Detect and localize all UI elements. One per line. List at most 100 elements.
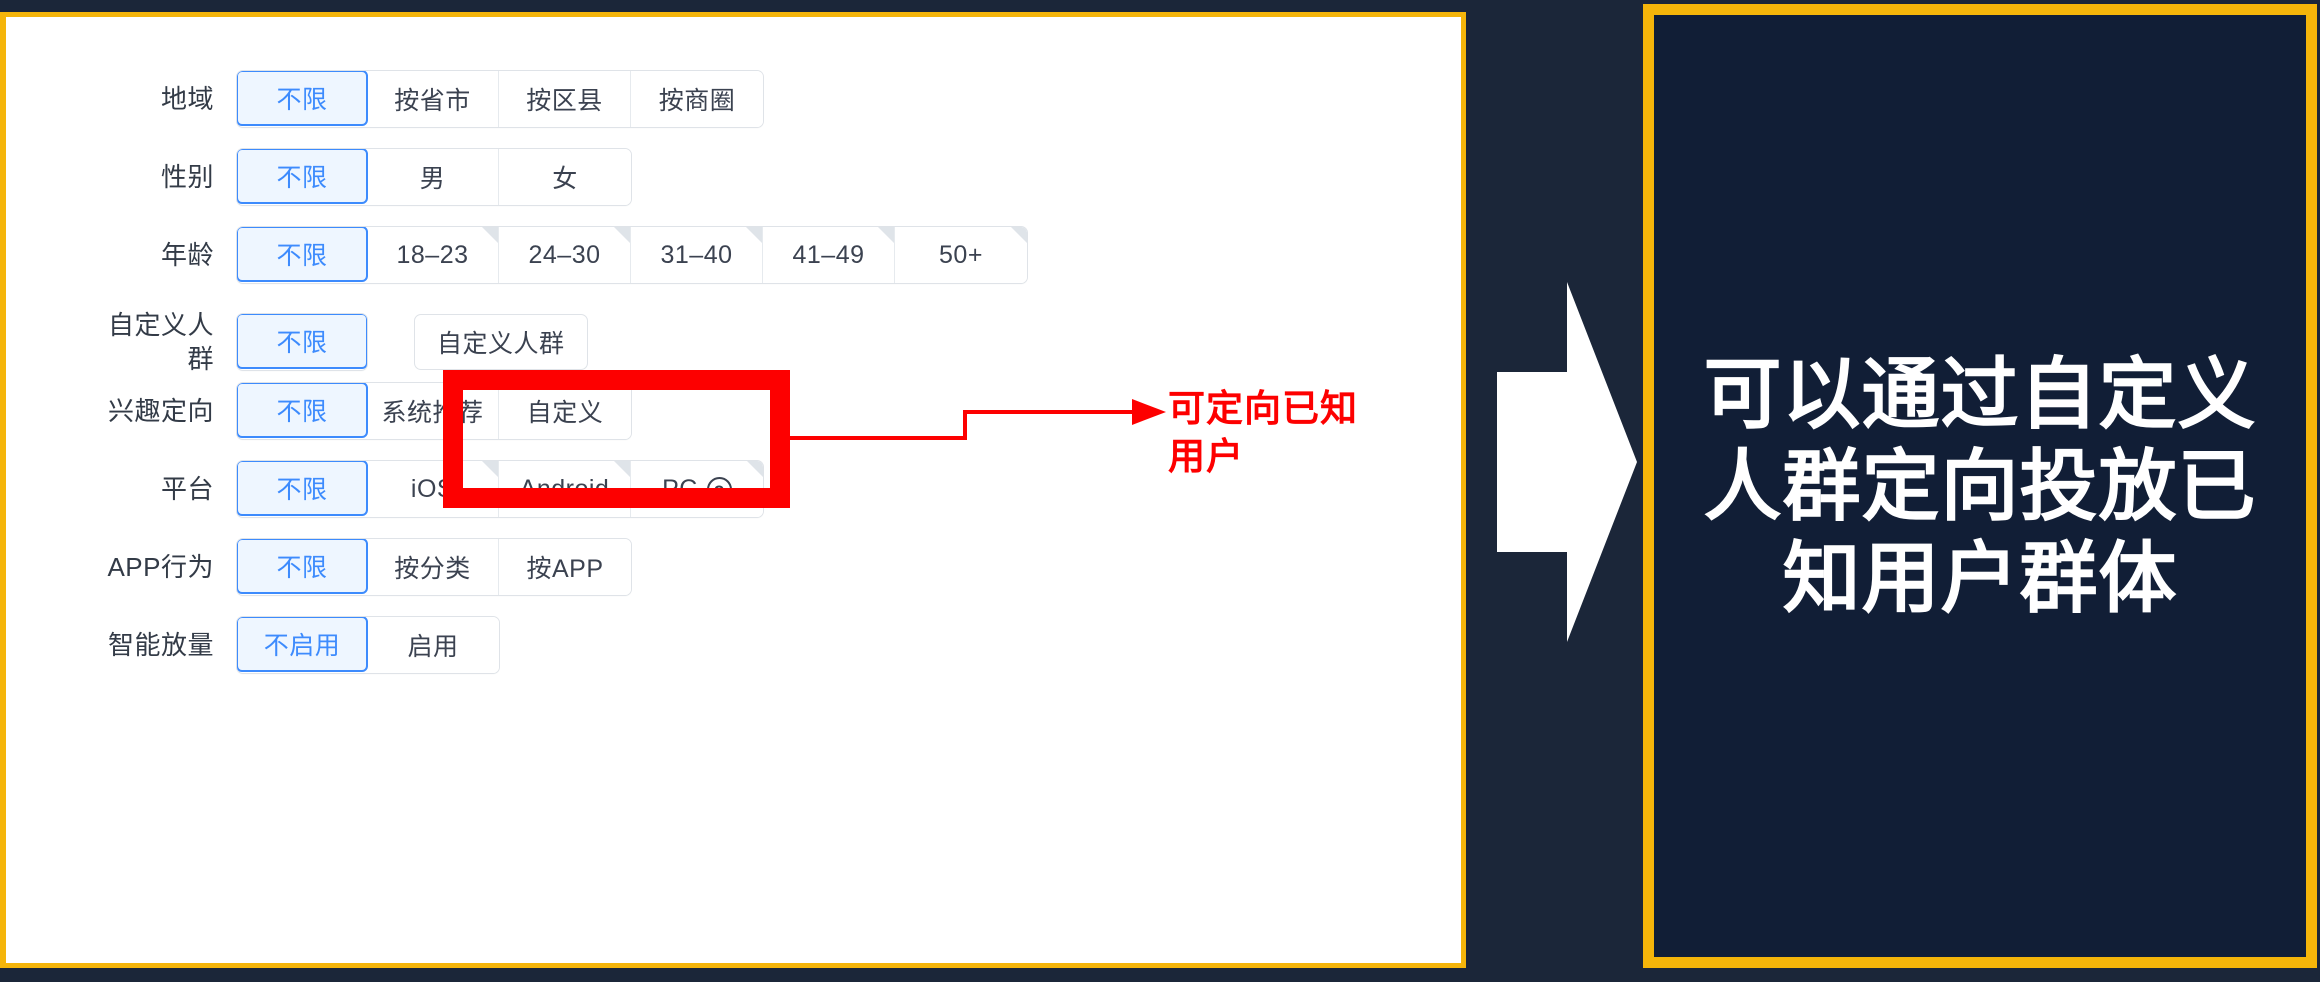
segment-label: 男 [419, 165, 446, 193]
segment-label: 不限 [276, 86, 328, 114]
segmented-control: 不限 18–23 24–30 31–40 41–49 50+ [236, 226, 1028, 284]
segment-label: PC [662, 474, 698, 503]
segmented-control: 不限 系统推荐 自定义 [236, 382, 632, 440]
segment-label: 不限 [276, 242, 328, 270]
segment-option[interactable]: 按省市 [367, 71, 499, 127]
transition-arrow-icon [1497, 282, 1637, 642]
row-label: 兴趣定向 [6, 393, 236, 429]
row-label: 平台 [6, 471, 236, 507]
summary-card: 可以通过自定义人群定向投放已知用户群体 [1643, 4, 2317, 968]
form-row: 智能放量 不启用 启用 [6, 610, 1461, 680]
segment-option[interactable]: 24–30 [499, 227, 631, 283]
segment-option[interactable]: 不限 [237, 227, 368, 282]
segment-label: 启用 [407, 633, 459, 661]
row-label-line: 智能放量 [107, 630, 214, 660]
segment-label: 24–30 [528, 240, 601, 269]
segment-option[interactable]: 不限 [237, 539, 368, 594]
form-row: 地域 不限 按省市 按区县 按商圈 [6, 64, 1461, 134]
segment-option[interactable]: 系统推荐 [367, 383, 499, 439]
segmented-control: 不限 按分类 按APP [236, 538, 632, 596]
annotation-note: 可定向已知 用户 [1168, 385, 1428, 481]
targeting-form: 地域 不限 按省市 按区县 按商圈 性别 不限男女年龄 不限 18–23 24–30 31–40 41… [6, 17, 1461, 963]
segment-option[interactable]: 50+ [895, 227, 1027, 283]
segment-label: 不启用 [263, 632, 341, 660]
row-label-line: 平台 [160, 474, 214, 504]
row-label: 地域 [6, 81, 236, 117]
segment-option[interactable]: 不限 [237, 461, 368, 516]
segment-label: 31–40 [660, 240, 733, 269]
segment-option[interactable]: 男 [367, 149, 499, 205]
segmented-control: 不限 [236, 313, 368, 371]
segment-option[interactable]: 按区县 [499, 71, 631, 127]
annotation-note-line-2: 用户 [1168, 436, 1244, 477]
row-label: 性别 [6, 159, 236, 195]
segment-option[interactable]: 按商圈 [631, 71, 763, 127]
row-label-line: 地域 [160, 84, 214, 114]
segmented-control: 不限 男 女 [236, 148, 632, 206]
corner-triangle-icon [878, 227, 894, 243]
row-label: APP行为 [6, 549, 236, 585]
segment-label: 41–49 [792, 240, 865, 269]
custom-crowd-chip-wrap: 自定义人群 [414, 314, 588, 370]
segment-option[interactable]: 31–40 [631, 227, 763, 283]
row-label-line: 性别 [160, 162, 214, 192]
row-label-line: 兴趣定向 [107, 396, 214, 426]
segmented-control: 不限 按省市 按区县 按商圈 [236, 70, 764, 128]
corner-triangle-icon [747, 461, 763, 477]
segment-option[interactable]: 不启用 [237, 617, 368, 672]
segment-label: 50+ [939, 240, 983, 269]
row-label-line: APP行为 [107, 552, 214, 582]
form-row: 性别 不限 男 女 [6, 142, 1461, 212]
segment-label: 不限 [276, 398, 328, 426]
row-label: 年龄 [6, 237, 236, 273]
segment-option[interactable]: 不限 [237, 383, 368, 438]
segment-label: Android [519, 474, 610, 503]
corner-triangle-icon [1011, 227, 1027, 243]
segment-option[interactable]: PC? [631, 461, 763, 517]
segment-label: 按APP [526, 555, 604, 583]
corner-triangle-icon [482, 227, 498, 243]
segment-option[interactable]: 女 [499, 149, 631, 205]
form-row: 年龄 不限 18–23 24–30 31–40 41–49 50+ [6, 220, 1461, 290]
segment-option[interactable]: Android [499, 461, 631, 517]
row-label-line: 自定义人 [107, 310, 214, 340]
segment-option[interactable]: 不限 [237, 71, 368, 126]
segment-option[interactable]: 不限 [237, 314, 367, 369]
segment-label: 不限 [276, 164, 328, 192]
segment-option[interactable]: 41–49 [763, 227, 895, 283]
corner-triangle-icon [482, 461, 498, 477]
segment-label: 不限 [276, 329, 328, 357]
segment-label: 自定义 [526, 399, 604, 427]
segment-label: 18–23 [396, 240, 469, 269]
targeting-settings-panel: 地域 不限 按省市 按区县 按商圈 性别 不限男女年龄 不限 18–23 24–30 31–40 41… [0, 12, 1466, 968]
corner-triangle-icon [614, 461, 630, 477]
summary-headline: 可以通过自定义人群定向投放已知用户群体 [1703, 350, 2257, 622]
segment-label: 女 [552, 165, 578, 193]
segment-label: iOS [410, 474, 455, 503]
custom-crowd-chip[interactable]: 自定义人群 [414, 314, 588, 370]
segmented-control: 不启用 启用 [236, 616, 500, 674]
row-label-line: 群 [187, 344, 214, 374]
annotation-note-line-1: 可定向已知 [1168, 388, 1358, 429]
segment-label: 按省市 [394, 87, 471, 115]
segment-label: 按商圈 [658, 87, 736, 115]
segment-option[interactable]: 不限 [237, 149, 368, 204]
row-label: 智能放量 [6, 627, 236, 663]
segment-option[interactable]: 自定义 [499, 383, 631, 439]
form-row: APP行为 不限 按分类 按APP [6, 532, 1461, 602]
annotation-arrow-icon [780, 399, 1166, 440]
corner-triangle-icon [746, 227, 762, 243]
segment-option[interactable]: 18–23 [367, 227, 499, 283]
segment-option[interactable]: 启用 [367, 617, 499, 673]
segment-option[interactable]: 按分类 [367, 539, 499, 595]
segment-option[interactable]: iOS [367, 461, 499, 517]
segment-label: 系统推荐 [381, 399, 484, 427]
row-label: 自定义人群 [6, 308, 236, 376]
segment-label: 不限 [276, 476, 328, 504]
segmented-control: 不限 iOS Android PC? [236, 460, 764, 518]
segment-label: 按分类 [394, 555, 471, 583]
corner-triangle-icon [614, 227, 630, 243]
segment-option[interactable]: 按APP [499, 539, 631, 595]
row-label-line: 年龄 [160, 240, 214, 270]
help-circle-icon[interactable]: ? [706, 476, 732, 502]
